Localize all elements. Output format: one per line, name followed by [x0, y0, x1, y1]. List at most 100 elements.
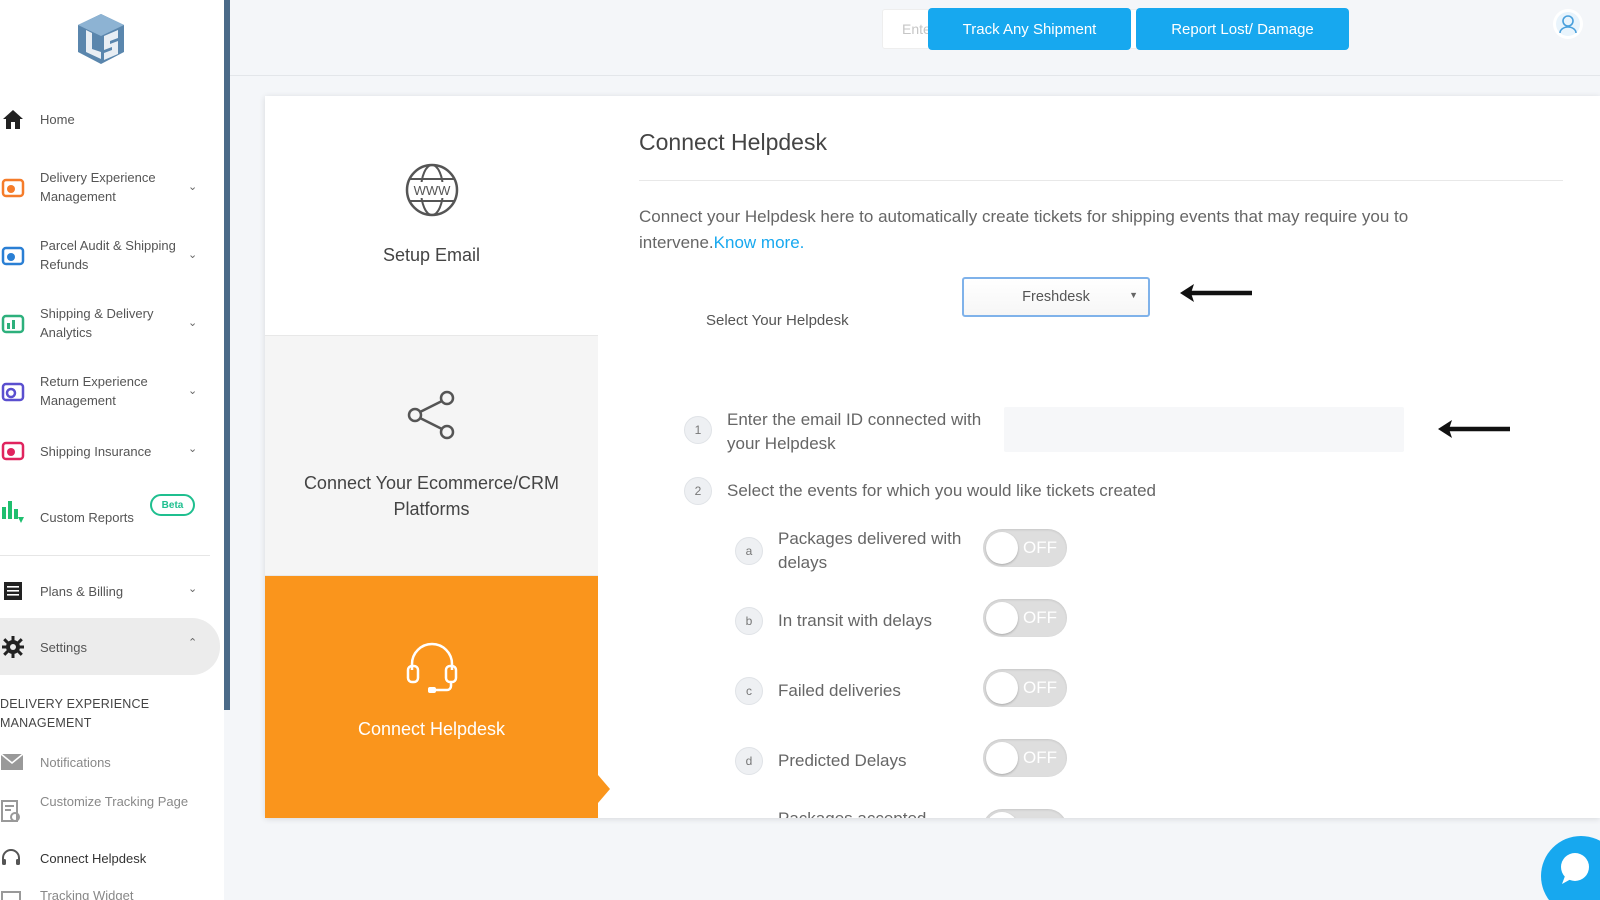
beta-badge: Beta — [150, 494, 195, 516]
event-toggle-in-transit-delays[interactable]: OFF — [983, 599, 1067, 637]
event-label: Packages delivered with delays — [778, 529, 962, 572]
sidebar-item-label: Settings — [40, 640, 87, 655]
event-label: Packages accepted — [778, 807, 978, 818]
step-label: Setup Email — [382, 245, 481, 265]
annotation-arrow-icon — [1180, 284, 1252, 302]
globe-www-icon: WWW — [405, 163, 458, 217]
sidebar-item-delivery-experience[interactable]: Delivery Experience Management ⌄ — [0, 168, 214, 208]
sidebar-item-settings[interactable]: Settings ⌃ — [0, 634, 214, 660]
events-question: Select the events for which you would li… — [727, 481, 1156, 500]
headset-icon — [0, 848, 24, 872]
sidebar-sub-label: Notifications — [40, 755, 111, 770]
headset-icon — [406, 642, 457, 693]
sidebar-item-label: Plans & Billing — [40, 584, 124, 599]
share-icon — [407, 390, 454, 440]
logo[interactable] — [74, 12, 128, 66]
annotation-arrow-icon — [1438, 420, 1510, 438]
chat-launcher-button[interactable] — [1541, 836, 1600, 900]
helpdesk-select-value: Freshdesk — [1022, 289, 1090, 305]
event-toggle-packages-accepted[interactable]: OFF — [983, 809, 1067, 818]
top-bar: Track Any Shipment Report Lost/ Damage — [230, 0, 1600, 76]
toggle-knob — [986, 602, 1018, 634]
sidebar-sub-customize-tracking[interactable]: Customize Tracking Page — [0, 792, 214, 832]
refund-icon — [0, 243, 26, 269]
user-icon — [1556, 12, 1580, 36]
step-label: Connect Helpdesk — [357, 719, 506, 739]
reports-icon — [0, 496, 26, 523]
toggle-state: OFF — [1023, 538, 1057, 557]
mail-icon — [0, 752, 24, 776]
sidebar-item-return-experience[interactable]: Return Experience Management ⌄ — [0, 372, 214, 412]
chevron-down-icon: ⌄ — [188, 317, 198, 329]
chevron-down-icon: ⌄ — [188, 583, 198, 595]
email-question: Enter the email ID connected with your H… — [727, 410, 982, 453]
sidebar-item-label: Shipping & Delivery Analytics — [40, 306, 154, 340]
event-toggle-delivered-delays[interactable]: OFF — [983, 529, 1067, 567]
insurance-icon — [0, 438, 26, 464]
event-letter: a — [735, 537, 763, 565]
event-label: Failed deliveries — [778, 681, 901, 700]
sidebar-sub-label: Customize Tracking Page — [40, 794, 189, 809]
report-lost-damage-button[interactable]: Report Lost/ Damage — [1136, 8, 1349, 50]
sidebar-sub-label: Connect Helpdesk — [40, 851, 147, 866]
description: Connect your Helpdesk here to automatica… — [639, 204, 1519, 256]
user-avatar[interactable] — [1553, 9, 1583, 39]
svg-text:WWW: WWW — [413, 183, 451, 198]
sidebar-item-plans-billing[interactable]: Plans & Billing ⌄ — [0, 578, 214, 604]
toggle-state: OFF — [1023, 678, 1057, 697]
event-letter: c — [735, 677, 763, 705]
sidebar-item-label: Delivery Experience Management — [40, 170, 156, 204]
return-icon — [0, 379, 26, 405]
select-helpdesk-label: Select Your Helpdesk — [706, 312, 849, 329]
helpdesk-card: WWW Setup Email Connect Your Ecommerce/C… — [265, 96, 1600, 818]
toggle-state: OFF — [1023, 748, 1057, 767]
sidebar-sub-connect-helpdesk[interactable]: Connect Helpdesk — [0, 848, 214, 872]
sidebar-item-custom-reports[interactable]: Custom Reports Beta — [0, 494, 214, 530]
sidebar-item-analytics[interactable]: Shipping & Delivery Analytics ⌄ — [0, 304, 214, 344]
step-setup-email[interactable]: WWW Setup Email — [265, 96, 598, 336]
sidebar-scrollbar[interactable] — [224, 0, 230, 710]
delivery-icon — [0, 175, 26, 201]
section-heading: DELIVERY EXPERIENCE MANAGEMENT — [0, 697, 150, 730]
divider — [0, 555, 210, 556]
toggle-state: OFF — [1023, 608, 1057, 627]
home-icon — [0, 106, 26, 132]
analytics-icon — [0, 311, 26, 337]
divider — [639, 180, 1563, 181]
know-more-link[interactable]: Know more. — [714, 233, 805, 252]
toggle-knob — [986, 742, 1018, 774]
event-letter: b — [735, 607, 763, 635]
chevron-down-icon: ⌄ — [188, 443, 198, 455]
event-toggle-predicted-delays[interactable]: OFF — [983, 739, 1067, 777]
event-label: Predicted Delays — [778, 751, 907, 770]
sidebar-sub-notifications[interactable]: Notifications — [0, 752, 214, 776]
step-connect-helpdesk[interactable]: Connect Helpdesk — [265, 576, 598, 818]
sidebar-item-label: Home — [40, 111, 75, 127]
chat-icon — [1561, 853, 1589, 884]
helpdesk-email-input[interactable] — [1004, 407, 1404, 452]
widget-icon — [0, 890, 24, 900]
sidebar-item-label: Shipping Insurance — [40, 444, 152, 459]
sidebar-item-parcel-audit[interactable]: Parcel Audit & Shipping Refunds ⌄ — [0, 236, 214, 276]
chevron-down-icon: ⌄ — [188, 249, 198, 261]
step-number: 2 — [684, 477, 712, 505]
event-letter: d — [735, 747, 763, 775]
step-connect-platforms[interactable]: Connect Your Ecommerce/CRM Platforms — [265, 336, 598, 576]
helpdesk-select[interactable]: Freshdesk ▼ — [962, 277, 1150, 317]
toggle-knob — [986, 532, 1018, 564]
sidebar: Home Delivery Experience Management ⌄ Pa… — [0, 0, 224, 900]
step-label: Connect Your Ecommerce/CRM Platforms — [303, 473, 560, 519]
billing-icon — [0, 578, 26, 604]
active-step-pointer — [598, 775, 610, 803]
toggle-knob — [986, 812, 1018, 818]
setup-steps: WWW Setup Email Connect Your Ecommerce/C… — [265, 96, 598, 818]
chevron-up-icon: ⌃ — [188, 637, 198, 649]
sidebar-item-home[interactable]: Home — [0, 106, 214, 132]
sidebar-item-shipping-insurance[interactable]: Shipping Insurance ⌄ — [0, 438, 214, 464]
sidebar-item-label: Parcel Audit & Shipping Refunds — [40, 238, 176, 272]
event-toggle-failed-deliveries[interactable]: OFF — [983, 669, 1067, 707]
sidebar-sub-tracking-widget[interactable]: Tracking Widget — [0, 888, 214, 900]
sidebar-sub-label: Tracking Widget — [40, 888, 134, 900]
track-shipment-button[interactable]: Track Any Shipment — [928, 8, 1131, 50]
helpdesk-content: Connect Helpdesk Connect your Helpdesk h… — [639, 96, 1569, 818]
